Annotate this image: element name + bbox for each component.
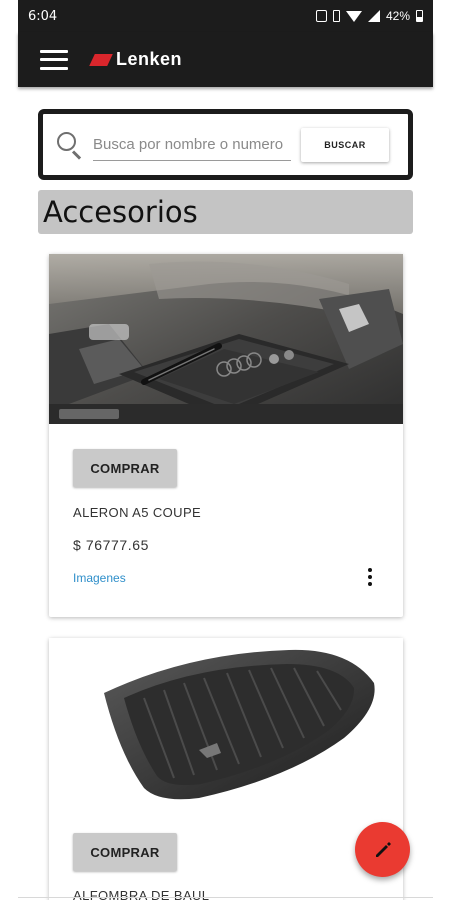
edit-fab-button[interactable] bbox=[355, 822, 410, 877]
product-card: COMPRAR ALERON A5 COUPE $ 76777.65 Image… bbox=[49, 254, 403, 617]
signal-icon bbox=[367, 10, 380, 22]
images-link[interactable]: Imagenes bbox=[73, 571, 126, 585]
product-name: ALFOMBRA DE BAUL bbox=[73, 888, 210, 900]
status-bar: 6:04 42% bbox=[18, 0, 433, 32]
divider bbox=[18, 897, 433, 898]
pencil-icon bbox=[375, 841, 391, 857]
vibrate-icon bbox=[332, 10, 340, 22]
product-price: $ 76777.65 bbox=[73, 537, 150, 553]
battery-icon bbox=[416, 10, 423, 22]
search-icon bbox=[57, 131, 83, 160]
status-icons: 42% bbox=[315, 9, 423, 23]
brand-logo-icon bbox=[89, 53, 113, 66]
brand-name: Lenken bbox=[116, 49, 183, 69]
battery-percent: 42% bbox=[385, 9, 410, 23]
brand-logo[interactable]: Lenken bbox=[89, 49, 183, 70]
search-input[interactable] bbox=[93, 128, 291, 161]
section-title: Accesorios bbox=[38, 190, 413, 234]
trunk-mat-image bbox=[104, 649, 375, 800]
car-interior-notebook-image bbox=[49, 254, 403, 424]
product-image[interactable] bbox=[49, 638, 403, 808]
buy-button[interactable]: COMPRAR bbox=[73, 449, 177, 487]
search-box: BUSCAR bbox=[38, 109, 413, 180]
more-options-icon[interactable] bbox=[367, 568, 373, 586]
menu-icon[interactable] bbox=[40, 49, 68, 70]
screen: 6:04 42% Lenken BUSCAR Accesorios bbox=[0, 0, 450, 900]
nfc-icon bbox=[315, 10, 327, 22]
product-card: COMPRAR ALFOMBRA DE BAUL bbox=[49, 638, 403, 900]
product-image[interactable] bbox=[49, 254, 403, 424]
status-time: 6:04 bbox=[28, 8, 58, 24]
search-button[interactable]: BUSCAR bbox=[301, 127, 389, 162]
buy-button[interactable]: COMPRAR bbox=[73, 833, 177, 871]
wifi-icon bbox=[345, 10, 362, 22]
app-bar: Lenken bbox=[18, 32, 433, 87]
product-name: ALERON A5 COUPE bbox=[73, 505, 202, 520]
